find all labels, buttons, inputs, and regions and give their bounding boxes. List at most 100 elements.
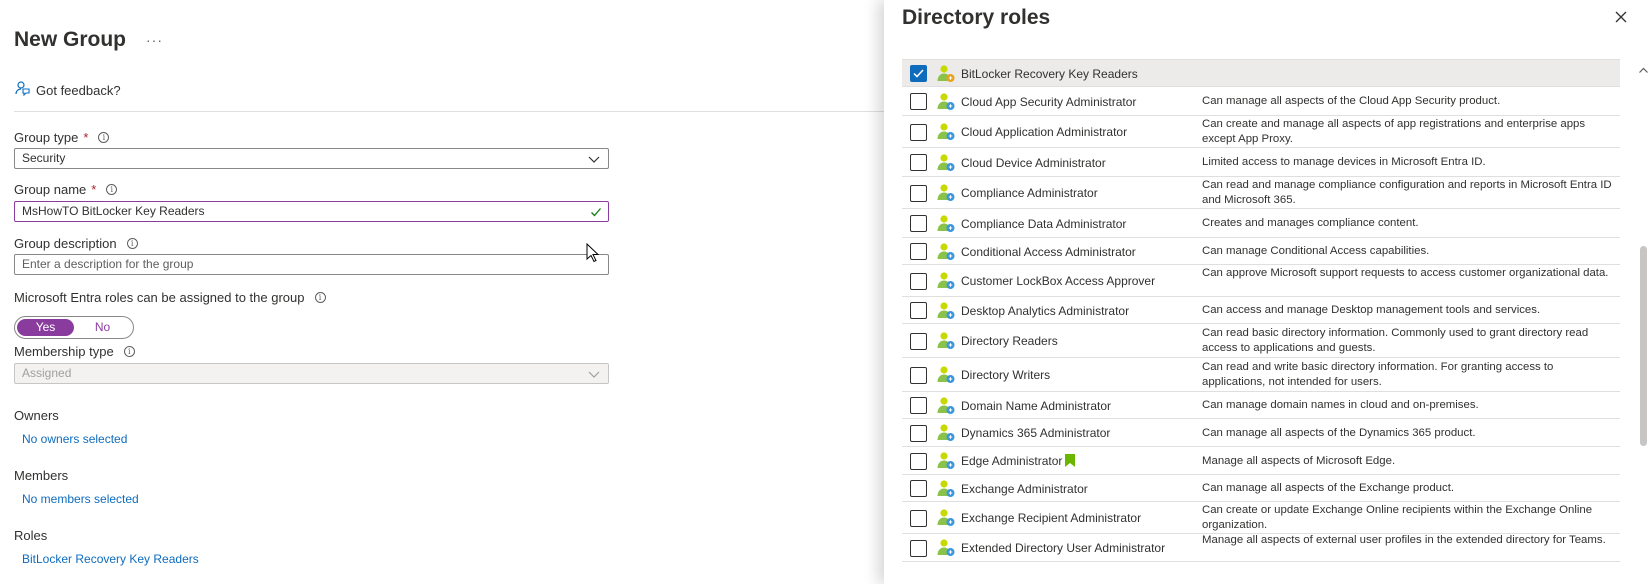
role-row[interactable]: Conditional Access Administrator Can mana… bbox=[902, 238, 1620, 265]
directory-roles-panel: Directory roles BitLocker Recovery Key R… bbox=[884, 0, 1651, 584]
membership-type-label-text: Membership type bbox=[14, 344, 114, 359]
role-row[interactable]: Cloud Device Administrator Limited access… bbox=[902, 148, 1620, 177]
membership-type-dropdown: Assigned bbox=[14, 363, 609, 384]
role-row[interactable]: Directory Writers Can read and write basi… bbox=[902, 358, 1620, 392]
role-checkbox[interactable] bbox=[910, 367, 927, 384]
role-group-icon bbox=[936, 423, 956, 448]
role-name: Exchange Recipient Administrator bbox=[961, 511, 1142, 525]
role-checkbox[interactable] bbox=[910, 302, 927, 319]
membership-type-label: Membership type i bbox=[14, 344, 135, 359]
members-label: Members bbox=[14, 468, 69, 483]
role-row[interactable]: Compliance Administrator Can read and man… bbox=[902, 177, 1620, 209]
role-checkbox[interactable] bbox=[910, 215, 927, 232]
role-checkbox[interactable] bbox=[910, 453, 927, 470]
role-group-icon bbox=[936, 92, 956, 117]
required-asterisk: * bbox=[83, 130, 89, 145]
role-checkbox[interactable] bbox=[910, 273, 927, 290]
info-icon[interactable]: i bbox=[314, 292, 326, 303]
role-row[interactable]: Dynamics 365 Administrator Can manage all… bbox=[902, 419, 1620, 447]
role-name: Edge Administrator bbox=[961, 454, 1063, 468]
role-row[interactable]: Compliance Data Administrator Creates and… bbox=[902, 209, 1620, 238]
info-icon[interactable]: i bbox=[126, 238, 138, 249]
role-checkbox[interactable] bbox=[910, 124, 927, 141]
info-icon[interactable]: i bbox=[98, 132, 110, 143]
roles-link[interactable]: BitLocker Recovery Key Readers bbox=[22, 552, 199, 566]
role-group-icon bbox=[936, 396, 956, 421]
role-description: Can read basic directory information. Co… bbox=[1202, 327, 1589, 354]
group-description-label-text: Group description bbox=[14, 236, 117, 251]
role-checkbox[interactable] bbox=[910, 425, 927, 442]
role-group-icon bbox=[936, 153, 956, 178]
role-checkbox[interactable] bbox=[910, 65, 927, 82]
role-row[interactable]: Edge Administrator Manage all aspects of … bbox=[902, 447, 1620, 475]
new-group-form: New Group ··· Got feedback? Group type *… bbox=[0, 0, 884, 584]
role-row[interactable]: Exchange Administrator Can manage all asp… bbox=[902, 475, 1620, 502]
chevron-down-icon bbox=[588, 152, 600, 171]
role-checkbox[interactable] bbox=[910, 333, 927, 350]
role-group-icon bbox=[936, 301, 956, 326]
required-asterisk: * bbox=[91, 182, 97, 197]
role-name: Dynamics 365 Administrator bbox=[961, 426, 1111, 440]
role-group-icon bbox=[936, 64, 956, 89]
scroll-up-icon[interactable] bbox=[1639, 60, 1648, 78]
mouse-cursor-icon bbox=[586, 242, 600, 268]
group-name-label: Group name * i bbox=[14, 182, 118, 197]
entra-roles-label-text: Microsoft Entra roles can be assigned to… bbox=[14, 290, 305, 305]
group-type-label: Group type * i bbox=[14, 130, 110, 145]
role-group-icon bbox=[936, 538, 956, 563]
group-type-dropdown[interactable]: Security bbox=[14, 148, 609, 169]
role-row[interactable]: Desktop Analytics Administrator Can acces… bbox=[902, 297, 1620, 324]
membership-type-value: Assigned bbox=[22, 366, 72, 380]
role-checkbox[interactable] bbox=[910, 154, 927, 171]
role-row[interactable]: Extended Directory User Administrator Man… bbox=[902, 534, 1620, 562]
scroll-thumb[interactable] bbox=[1640, 246, 1647, 446]
role-description: Can create or update Exchange Online rec… bbox=[1202, 504, 1593, 531]
role-description: Limited access to manage devices in Micr… bbox=[1202, 156, 1486, 168]
toolbar-divider bbox=[14, 111, 884, 112]
bookmark-icon bbox=[1065, 454, 1075, 470]
role-description: Creates and manages compliance content. bbox=[1202, 217, 1419, 229]
role-checkbox[interactable] bbox=[910, 93, 927, 110]
toggle-yes[interactable]: Yes bbox=[17, 319, 74, 336]
info-icon[interactable]: i bbox=[123, 346, 135, 357]
role-description: Can manage all aspects of the Dynamics 3… bbox=[1202, 427, 1476, 439]
info-icon[interactable]: i bbox=[106, 184, 118, 195]
role-checkbox[interactable] bbox=[910, 397, 927, 414]
role-description: Can create and manage all aspects of app… bbox=[1202, 118, 1586, 145]
role-row[interactable]: Exchange Recipient Administrator Can crea… bbox=[902, 502, 1620, 534]
feedback-button[interactable]: Got feedback? bbox=[14, 80, 121, 100]
role-name: BitLocker Recovery Key Readers bbox=[961, 67, 1138, 81]
owners-link[interactable]: No owners selected bbox=[22, 432, 127, 446]
role-checkbox[interactable] bbox=[910, 480, 927, 497]
members-link[interactable]: No members selected bbox=[22, 492, 139, 506]
close-icon[interactable] bbox=[1614, 10, 1628, 29]
role-name: Cloud App Security Administrator bbox=[961, 95, 1137, 109]
role-checkbox[interactable] bbox=[910, 510, 927, 527]
role-checkbox[interactable] bbox=[910, 540, 927, 557]
group-description-input[interactable]: Enter a description for the group bbox=[14, 254, 609, 275]
group-name-input[interactable]: MsHowTO BitLocker Key Readers bbox=[14, 201, 609, 222]
role-checkbox[interactable] bbox=[910, 243, 927, 260]
entra-roles-label: Microsoft Entra roles can be assigned to… bbox=[14, 290, 326, 305]
more-options-button[interactable]: ··· bbox=[146, 32, 163, 48]
toggle-no[interactable]: No bbox=[74, 319, 131, 336]
role-group-icon bbox=[936, 365, 956, 390]
role-description: Manage all aspects of Microsoft Edge. bbox=[1202, 455, 1396, 467]
feedback-label: Got feedback? bbox=[36, 82, 121, 98]
role-name: Exchange Administrator bbox=[961, 482, 1088, 496]
role-row[interactable]: Directory Readers Can read basic director… bbox=[902, 324, 1620, 358]
role-checkbox[interactable] bbox=[910, 185, 927, 202]
role-name: Customer LockBox Access Approver bbox=[961, 274, 1156, 288]
role-group-icon bbox=[936, 242, 956, 267]
role-group-icon bbox=[936, 479, 956, 504]
role-row[interactable]: Customer LockBox Access Approver Can appr… bbox=[902, 265, 1620, 297]
entra-roles-toggle[interactable]: Yes No bbox=[14, 316, 134, 339]
role-description: Can read and manage compliance configura… bbox=[1202, 179, 1612, 206]
role-row[interactable]: Domain Name Administrator Can manage doma… bbox=[902, 392, 1620, 419]
group-name-label-text: Group name bbox=[14, 182, 87, 197]
role-row[interactable]: BitLocker Recovery Key Readers bbox=[902, 60, 1620, 87]
vertical-scrollbar[interactable] bbox=[1636, 56, 1651, 584]
role-row[interactable]: Cloud App Security Administrator Can mana… bbox=[902, 87, 1620, 116]
group-name-value: MsHowTO BitLocker Key Readers bbox=[22, 204, 205, 218]
role-row[interactable]: Cloud Application Administrator Can creat… bbox=[902, 116, 1620, 148]
